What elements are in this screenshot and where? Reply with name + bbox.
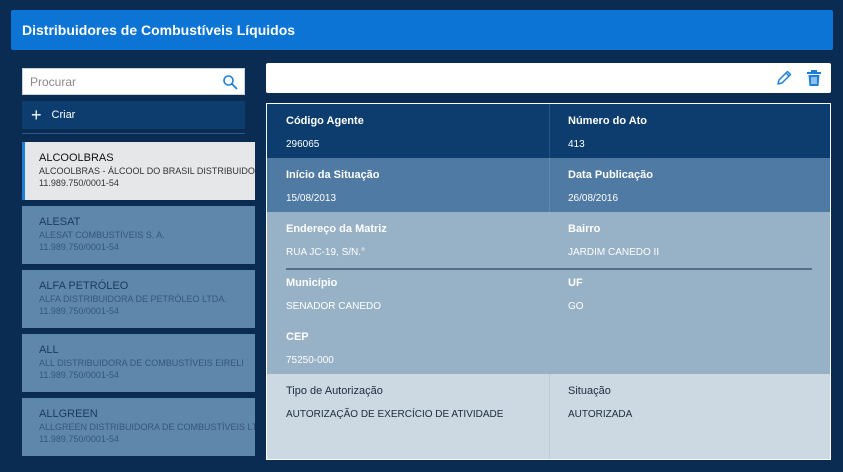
field-label: Data Publicação <box>568 169 653 181</box>
field-municipio: Município SENADOR CANEDO <box>267 266 549 320</box>
field-value: AUTORIZAÇÃO DE EXERCÍCIO DE ATIVIDADE <box>286 409 504 420</box>
field-label: Número do Ato <box>568 115 648 127</box>
field-inicio-situacao: Início da Situação 15/08/2013 <box>267 158 549 212</box>
field-label: Código Agente <box>286 115 364 127</box>
field-label: Situação <box>568 385 611 397</box>
field-value: JARDIM CANEDO II <box>568 247 660 258</box>
field-codigo-agente: Código Agente 296065 <box>267 104 549 158</box>
list-item-name: ALCOOLBRAS <box>39 152 114 164</box>
detail-panel: Código Agente 296065 Número do Ato 413 I… <box>266 103 831 460</box>
field-value: 296065 <box>286 139 320 150</box>
field-cep: CEP 75250-000 <box>267 320 549 374</box>
list-item-cnpj: 11.989.750/0001-54 <box>39 242 119 252</box>
list-item-cnpj: 11.989.750/0001-54 <box>39 370 119 380</box>
list-item-cnpj: 11.989.750/0001-54 <box>39 306 119 316</box>
page-title: Distribuidores de Combustíveis Líquidos <box>22 22 296 38</box>
field-numero-ato: Número do Ato 413 <box>549 104 830 158</box>
list-item-name: ALLGREEN <box>39 408 98 420</box>
field-value: GO <box>568 301 584 312</box>
field-endereco: Endereço da Matriz RUA JC-19, S/N.° <box>267 212 549 266</box>
detail-toolbar <box>266 63 831 93</box>
list-item-company: ALCOOLBRAS - ÁLCOOL DO BRASIL DISTRIBUID… <box>39 166 255 176</box>
create-label: Criar <box>51 109 76 121</box>
list-item-cnpj: 11.989.750/0001-54 <box>39 178 119 188</box>
field-tipo-autorizacao: Tipo de Autorização AUTORIZAÇÃO DE EXERC… <box>267 374 549 428</box>
list-item-name: ALFA PETRÓLEO <box>39 280 129 292</box>
list-item-name: ALL <box>39 344 59 356</box>
field-bairro: Bairro JARDIM CANEDO II <box>549 212 830 266</box>
detail-row: Início da Situação 15/08/2013 Data Publi… <box>267 158 830 212</box>
field-value: RUA JC-19, S/N.° <box>286 247 366 258</box>
distributor-list: ALCOOLBRAS ALCOOLBRAS - ÁLCOOL DO BRASIL… <box>22 142 255 462</box>
list-item-company: ALLGREEN DISTRIBUIDORA DE COMBUSTÍVEIS L… <box>39 422 255 432</box>
detail-row: Tipo de Autorização AUTORIZAÇÃO DE EXERC… <box>267 374 830 459</box>
page-header: Distribuidores de Combustíveis Líquidos <box>11 10 833 50</box>
list-item[interactable]: ALESAT ALESAT COMBUSTÍVEIS S. A. 11.989.… <box>22 206 255 264</box>
pencil-icon[interactable] <box>775 69 793 87</box>
field-label: CEP <box>286 331 309 343</box>
field-situacao: Situação AUTORIZADA <box>549 374 830 459</box>
list-item[interactable]: ALCOOLBRAS ALCOOLBRAS - ÁLCOOL DO BRASIL… <box>22 142 255 200</box>
field-label: Município <box>286 277 338 289</box>
field-label: Tipo de Autorização <box>286 385 383 397</box>
create-button[interactable]: + Criar <box>22 101 245 129</box>
search-input[interactable] <box>23 69 213 94</box>
list-item[interactable]: ALL ALL DISTRIBUIDORA DE COMBUSTÍVEIS EI… <box>22 334 255 392</box>
list-item[interactable]: ALFA PETRÓLEO ALFA DISTRIBUIDORA DE PETR… <box>22 270 255 328</box>
field-value: 26/08/2016 <box>568 193 619 204</box>
detail-row: Código Agente 296065 Número do Ato 413 <box>267 104 830 158</box>
field-value: 413 <box>568 139 585 150</box>
trash-icon[interactable] <box>806 69 822 87</box>
field-label: Bairro <box>568 223 601 235</box>
field-value: AUTORIZADA <box>568 409 633 420</box>
column-divider <box>549 104 550 158</box>
field-value: 75250-000 <box>286 355 334 366</box>
list-item-company: ALFA DISTRIBUIDORA DE PETRÓLEO LTDA. <box>39 294 227 304</box>
field-value: 15/08/2013 <box>286 193 337 204</box>
field-label: UF <box>568 277 583 289</box>
list-item-company: ALL DISTRIBUIDORA DE COMBUSTÍVEIS EIRELI <box>39 358 244 368</box>
field-data-publicacao: Data Publicação 26/08/2016 <box>549 158 830 212</box>
field-label: Endereço da Matriz <box>286 223 387 235</box>
list-item-company: ALESAT COMBUSTÍVEIS S. A. <box>39 230 165 240</box>
list-item[interactable]: ALLGREEN ALLGREEN DISTRIBUIDORA DE COMBU… <box>22 398 255 456</box>
column-divider <box>549 374 550 459</box>
column-divider <box>549 158 550 212</box>
plus-icon: + <box>31 105 42 125</box>
search-box[interactable] <box>22 68 245 95</box>
address-section: Endereço da Matriz RUA JC-19, S/N.° Bair… <box>267 212 830 374</box>
search-icon[interactable] <box>222 74 238 90</box>
list-item-cnpj: 11.989.750/0001-54 <box>39 434 119 444</box>
list-item-name: ALESAT <box>39 216 81 228</box>
field-uf: UF GO <box>549 266 830 320</box>
field-value: SENADOR CANEDO <box>286 301 382 312</box>
field-label: Início da Situação <box>286 169 380 181</box>
divider <box>22 133 245 134</box>
